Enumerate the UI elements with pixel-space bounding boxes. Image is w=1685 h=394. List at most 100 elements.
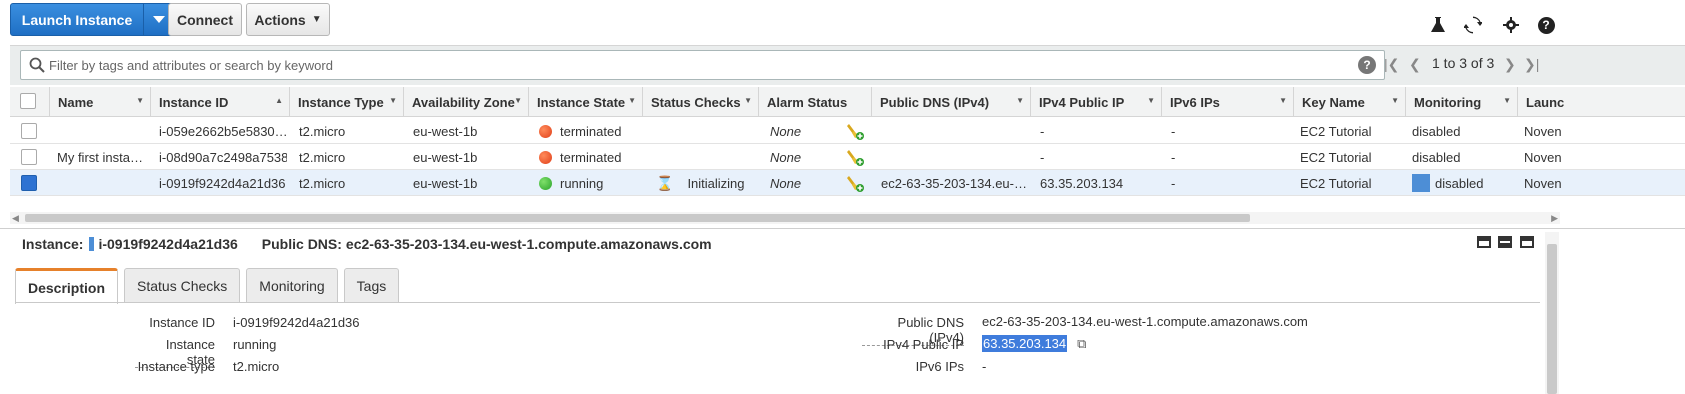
table-row-selected[interactable]: i-0919f9242d4a21d36 t2.micro eu-west-1b …	[10, 170, 1685, 196]
cell-dns	[881, 118, 1026, 144]
col-status-checks[interactable]: Status Checks ▼	[643, 87, 759, 117]
cell-type: t2.micro	[299, 123, 346, 139]
field-value-instance-id: i-0919f9242d4a21d36	[233, 315, 360, 330]
pager-text: 1 to 3 of 3	[1432, 55, 1495, 71]
dns-label: Public DNS:	[261, 236, 342, 252]
col-availability-zone[interactable]: Availability Zone ▼	[404, 87, 529, 117]
search-input[interactable]	[45, 52, 1358, 78]
row-checkbox[interactable]	[21, 123, 37, 139]
tab-description[interactable]: Description	[15, 268, 119, 304]
col-alarm-status[interactable]: Alarm Status	[759, 87, 872, 117]
prev-page-icon[interactable]: ❮	[1409, 56, 1421, 73]
chevron-down-icon: ▼	[311, 14, 322, 25]
actions-button[interactable]: Actions ▼	[246, 3, 330, 36]
field-value-ipv6-ips: -	[982, 359, 987, 374]
tab-tags[interactable]: Tags	[343, 268, 400, 302]
cell-instance-id: i-0919f9242d4a21d36	[159, 175, 286, 191]
col-instance-state[interactable]: Instance State ▼	[529, 87, 643, 117]
copy-icon[interactable]: ⧉	[1077, 336, 1086, 351]
tab-status-checks[interactable]: Status Checks	[124, 268, 241, 302]
next-page-icon[interactable]: ❯	[1504, 56, 1516, 73]
last-page-icon[interactable]: ❯|	[1524, 56, 1539, 73]
refresh-icon[interactable]	[1462, 14, 1484, 36]
tab-monitoring[interactable]: Monitoring	[246, 268, 338, 302]
state-terminated-icon	[539, 124, 552, 138]
vertical-scrollbar[interactable]	[1545, 232, 1559, 394]
table-row[interactable]: i-059e2662b5e5830… t2.micro eu-west-1b t…	[10, 118, 1685, 144]
table-header: Name ▼ Instance ID ▲ Instance Type ▼ Availa…	[10, 87, 1685, 117]
cell-type: t2.micro	[299, 175, 346, 191]
cell-ipv6: -	[1171, 123, 1176, 139]
col-instance-type[interactable]: Instance Type ▼	[290, 87, 404, 117]
field-value-instance-state: running	[233, 337, 277, 352]
add-alarm-icon[interactable]	[846, 144, 866, 170]
first-page-icon[interactable]: |❮	[1384, 56, 1399, 73]
toolbar: Launch Instance Connect Actions ▼ ?	[0, 0, 1685, 44]
vertical-scroll-thumb[interactable]	[1547, 244, 1557, 394]
horizontal-scrollbar[interactable]: ◀ ▶	[10, 212, 1560, 224]
field-label-instance-type: Instance type	[137, 359, 215, 374]
help-icon[interactable]: ?	[1535, 14, 1557, 36]
flask-icon[interactable]	[1427, 14, 1449, 36]
cell-alarm: None	[770, 123, 802, 139]
row-checkbox[interactable]	[21, 175, 37, 191]
state-terminated-icon	[539, 150, 552, 164]
col-monitoring[interactable]: Monitoring ▼	[1406, 87, 1518, 117]
cell-monitoring: disabled	[1412, 170, 1512, 196]
col-ipv4-public-ip[interactable]: IPv4 Public IP ▼	[1031, 87, 1162, 117]
cell-status	[653, 144, 753, 170]
col-name[interactable]: Name ▼	[50, 87, 151, 117]
cell-instance-id: i-08d90a7c2498a7538	[159, 149, 287, 165]
add-alarm-icon[interactable]	[846, 170, 866, 196]
cell-alarm: None	[770, 149, 802, 165]
cell-dns	[881, 144, 1026, 170]
cell-state: terminated	[539, 144, 639, 170]
filter-help-icon[interactable]: ?	[1358, 56, 1376, 74]
launch-instance-button[interactable]: Launch Instance	[10, 3, 144, 36]
cell-alarm: None	[770, 175, 802, 191]
col-key-name[interactable]: Key Name ▼	[1294, 87, 1406, 117]
scroll-right-icon[interactable]: ▶	[1551, 213, 1558, 224]
table-row[interactable]: My first insta… i-08d90a7c2498a7538 t2.m…	[10, 144, 1685, 170]
field-value-public-dns: ec2-63-35-203-134.eu-west-1.compute.amaz…	[982, 314, 1308, 329]
select-all-cell	[10, 87, 50, 117]
instance-color-icon	[89, 237, 95, 251]
field-value-ipv4-public-ip[interactable]: 63.35.203.134 ⧉	[982, 335, 1086, 352]
instances-table: Name ▼ Instance ID ▲ Instance Type ▼ Availa…	[10, 87, 1685, 212]
search-icon	[29, 57, 45, 73]
monitoring-chart-icon[interactable]	[1412, 174, 1430, 192]
layout-bottom-icon[interactable]	[1477, 236, 1491, 248]
col-launch[interactable]: Launc	[1518, 87, 1568, 117]
row-checkbox[interactable]	[21, 149, 37, 165]
col-instance-id[interactable]: Instance ID ▲	[151, 87, 290, 117]
gear-icon[interactable]	[1500, 14, 1522, 36]
detail-tabs: Description Status Checks Monitoring Tag…	[15, 268, 405, 304]
add-alarm-icon[interactable]	[846, 118, 866, 144]
actions-label: Actions	[254, 11, 306, 28]
panel-divider[interactable]	[0, 228, 1685, 232]
layout-split-icon[interactable]	[1498, 236, 1512, 248]
filter-bar: ? |❮ ❮ 1 to 3 of 3 ❯ ❯|	[10, 45, 1685, 85]
connect-button[interactable]: Connect	[168, 3, 242, 36]
tab-underline	[15, 302, 1540, 303]
cell-ipv4: -	[1040, 149, 1045, 165]
cell-launch: Noven	[1524, 149, 1562, 165]
cell-name	[57, 170, 145, 196]
select-all-checkbox[interactable]	[20, 93, 36, 109]
horizontal-scroll-thumb[interactable]	[25, 214, 1250, 222]
cell-launch: Noven	[1524, 123, 1562, 139]
cell-state: running	[539, 170, 639, 196]
col-ipv6-ips[interactable]: IPv6 IPs ▼	[1162, 87, 1294, 117]
cell-status	[653, 118, 753, 144]
detail-header: Instance: i-0919f9242d4a21d36 Public DNS…	[22, 236, 712, 252]
state-running-icon	[539, 176, 552, 190]
col-public-dns[interactable]: Public DNS (IPv4) ▼	[872, 87, 1031, 117]
layout-top-icon[interactable]	[1520, 236, 1534, 248]
cell-ipv6: -	[1171, 149, 1176, 165]
cell-dns: ec2-63-35-203-134.eu-…	[881, 175, 1026, 191]
cell-az: eu-west-1b	[413, 149, 478, 165]
scroll-left-icon[interactable]: ◀	[12, 213, 19, 224]
cell-key: EC2 Tutorial	[1300, 149, 1372, 165]
cell-key: EC2 Tutorial	[1300, 175, 1372, 191]
instance-label: Instance:	[22, 236, 84, 252]
